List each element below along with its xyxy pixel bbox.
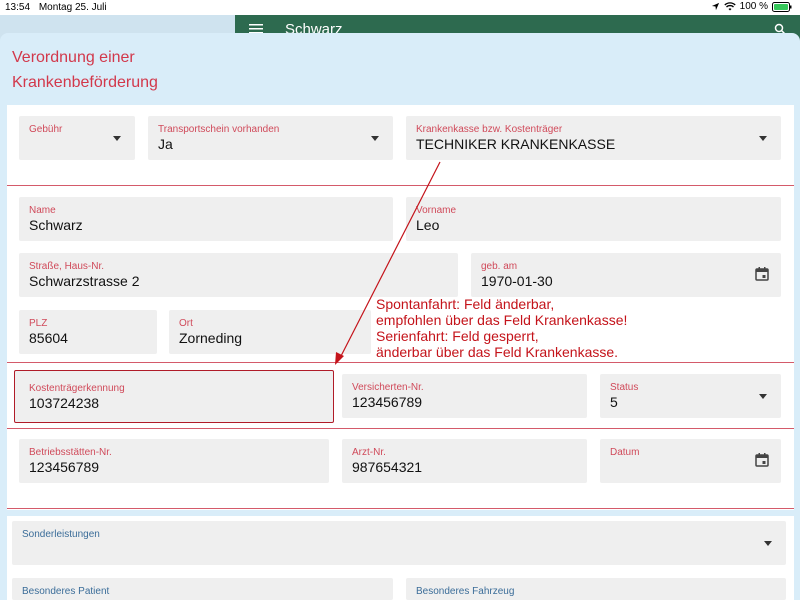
modal-title: Verordnung einer Krankenbeförderung [12,49,158,91]
plz-label: PLZ [29,318,48,329]
besonderes-fahrzeug-select[interactable]: Besonderes Fahrzeug [406,578,786,600]
ort-label: Ort [179,318,193,329]
status-value: 5 [610,394,618,410]
arzt-nr-field[interactable]: Arzt-Nr. 987654321 [342,439,587,483]
besonderes-patient-select[interactable]: Besonderes Patient [12,578,393,600]
transportschein-label: Transportschein vorhanden [158,124,280,135]
krankenkasse-select[interactable]: Krankenkasse bzw. Kostenträger TECHNIKER… [406,116,781,160]
versicherten-nr-label: Versicherten-Nr. [352,382,424,393]
strasse-field[interactable]: Straße, Haus-Nr. Schwarzstrasse 2 [19,253,458,297]
section-divider [7,185,794,186]
transportschein-select[interactable]: Transportschein vorhanden Ja [148,116,393,160]
battery-icon [772,1,792,12]
dropdown-caret-icon [113,136,121,141]
gebuehr-label: Gebühr [29,124,63,135]
dropdown-caret-icon [764,541,772,546]
dropdown-caret-icon [759,136,767,141]
datum-field[interactable]: Datum [600,439,781,483]
status-left: 13:54 Montag 25. Juli [5,2,113,13]
vorname-label: Vorname [416,205,457,216]
name-value: Schwarz [29,217,83,233]
status-time: 13:54 [5,2,31,13]
versicherten-nr-value: 123456789 [352,394,423,410]
besonderes-fahrzeug-label: Besonderes Fahrzeug [416,586,515,597]
calendar-icon[interactable] [755,267,769,281]
betriebsstaetten-nr-value: 123456789 [29,459,100,475]
arzt-nr-value: 987654321 [352,459,423,475]
name-label: Name [29,205,56,216]
section-divider [7,428,794,429]
calendar-icon[interactable] [755,453,769,467]
plz-field[interactable]: PLZ 85604 [19,310,157,354]
geb-am-field[interactable]: geb. am 1970-01-30 [471,253,781,297]
section-divider [7,508,794,509]
transportschein-value: Ja [158,136,173,152]
name-field[interactable]: Name Schwarz [19,197,393,241]
betriebsstaetten-nr-field[interactable]: Betriebsstätten-Nr. 123456789 [19,439,329,483]
status-right: 100 % [711,1,792,12]
sonderleistungen-select[interactable]: Sonderleistungen [12,521,786,565]
strasse-label: Straße, Haus-Nr. [29,261,105,272]
versicherten-nr-field[interactable]: Versicherten-Nr. 123456789 [342,374,587,418]
status-label: Status [610,382,639,393]
section-divider [7,362,794,363]
kostentraegerkennung-field[interactable]: Kostenträgerkennung 103724238 [14,370,334,423]
betriebsstaetten-nr-label: Betriebsstätten-Nr. [29,447,112,458]
datum-label: Datum [610,447,640,458]
battery-percent: 100 % [739,1,768,12]
vorname-field[interactable]: Vorname Leo [406,197,781,241]
besonderes-patient-label: Besonderes Patient [22,586,110,597]
wifi-icon [723,2,736,11]
krankenkasse-value: TECHNIKER KRANKENKASSE [416,136,616,152]
sonderleistungen-label: Sonderleistungen [22,529,100,540]
plz-value: 85604 [29,330,68,346]
geb-am-value: 1970-01-30 [481,273,553,289]
kostentraegerkennung-label: Kostenträgerkennung [29,383,125,394]
vorname-value: Leo [416,217,440,233]
ort-field[interactable]: Ort Zorneding [169,310,371,354]
status-select[interactable]: Status 5 [600,374,781,418]
dropdown-caret-icon [371,136,379,141]
status-bar: 13:54 Montag 25. Juli 100 % [0,0,800,15]
kostentraegerkennung-value: 103724238 [29,395,100,411]
annotation-text: Spontanfahrt: Feld änderbar, empfohlen ü… [376,296,628,360]
ort-value: Zorneding [179,330,243,346]
strasse-value: Schwarzstrasse 2 [29,273,140,289]
gebuehr-select[interactable]: Gebühr [19,116,135,160]
arzt-nr-label: Arzt-Nr. [352,447,386,458]
geb-am-label: geb. am [481,261,518,272]
krankenkasse-label: Krankenkasse bzw. Kostenträger [416,124,563,135]
status-date: Montag 25. Juli [38,2,107,13]
location-arrow-icon [711,2,719,11]
dropdown-caret-icon [759,394,767,399]
